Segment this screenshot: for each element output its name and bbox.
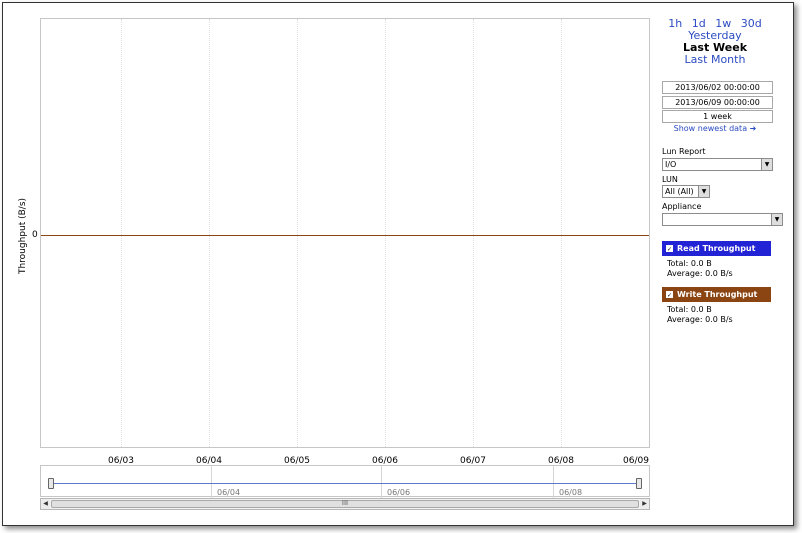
navigator-grid-line bbox=[553, 466, 554, 498]
grid-line bbox=[561, 19, 562, 447]
chevron-down-icon[interactable]: ▼ bbox=[771, 214, 782, 225]
navigator-series-line bbox=[49, 483, 641, 484]
lun-value: All (All) bbox=[665, 187, 694, 196]
chevron-down-icon[interactable]: ▼ bbox=[698, 186, 709, 197]
read-throughput-average: Average: 0.0 B/s bbox=[667, 269, 733, 278]
show-newest-data-link[interactable]: Show newest data ➜ bbox=[653, 124, 777, 133]
navigator-date-label: 06/04 bbox=[217, 488, 241, 497]
scroll-right-arrow[interactable]: ▶ bbox=[640, 499, 649, 509]
appliance-select[interactable]: ▼ bbox=[662, 213, 783, 226]
start-date-field[interactable]: 2013/06/02 00:00:00 bbox=[662, 81, 773, 94]
range-30d-link[interactable]: 30d bbox=[741, 17, 762, 30]
grid-line bbox=[121, 19, 122, 447]
report-window: Throughput (B/s) 0 06/03 06/04 06/05 06/… bbox=[2, 2, 794, 526]
report-controls-sidebar: 1h 1d 1w 30d Yesterday Last Week Last Mo… bbox=[653, 3, 793, 525]
grid-line bbox=[209, 19, 210, 447]
navigator-scrollbar[interactable]: ◀ III ▶ bbox=[40, 498, 650, 510]
navigator-grid-line bbox=[381, 466, 382, 498]
y-axis-label: Throughput (B/s) bbox=[18, 197, 28, 275]
navigator-left-handle[interactable] bbox=[48, 478, 54, 489]
read-throughput-total: Total: 0.0 B bbox=[667, 259, 712, 268]
time-navigator[interactable]: 06/04 06/06 06/08 ◀ III ▶ bbox=[40, 465, 650, 511]
grid-line bbox=[385, 19, 386, 447]
checkbox-icon[interactable]: ✓ bbox=[666, 245, 673, 253]
grid-line bbox=[473, 19, 474, 447]
write-throughput-average: Average: 0.0 B/s bbox=[667, 315, 733, 324]
duration-field[interactable]: 1 week bbox=[662, 110, 773, 123]
time-range-selector: 1h 1d 1w 30d Yesterday Last Week Last Mo… bbox=[653, 18, 777, 66]
navigator-grid-line bbox=[211, 466, 212, 498]
lun-select[interactable]: All (All) ▼ bbox=[662, 185, 710, 198]
appliance-label: Appliance bbox=[662, 202, 702, 211]
end-date-field[interactable]: 2013/06/09 00:00:00 bbox=[662, 96, 773, 109]
navigator-right-handle[interactable] bbox=[636, 478, 642, 489]
throughput-chart[interactable] bbox=[40, 18, 650, 448]
chevron-down-icon[interactable]: ▼ bbox=[761, 159, 772, 170]
range-last-month-link[interactable]: Last Month bbox=[653, 54, 777, 66]
legend-label: Read Throughput bbox=[677, 244, 756, 253]
lun-report-value: I/O bbox=[665, 160, 677, 169]
lun-report-label: Lun Report bbox=[662, 147, 706, 156]
navigator-overview[interactable]: 06/04 06/06 06/08 bbox=[40, 465, 650, 498]
scrollbar-grip: III bbox=[341, 499, 349, 507]
legend-write-throughput[interactable]: ✓ Write Throughput bbox=[662, 287, 771, 302]
lun-report-select[interactable]: I/O ▼ bbox=[662, 158, 773, 171]
navigator-date-label: 06/08 bbox=[559, 488, 583, 497]
write-throughput-total: Total: 0.0 B bbox=[667, 305, 712, 314]
legend-read-throughput[interactable]: ✓ Read Throughput bbox=[662, 241, 771, 256]
navigator-date-label: 06/06 bbox=[387, 488, 411, 497]
grid-line bbox=[297, 19, 298, 447]
scrollbar-thumb[interactable]: III bbox=[51, 499, 639, 508]
series-line-write-throughput bbox=[41, 235, 649, 236]
lun-label: LUN bbox=[662, 175, 678, 184]
range-1h-link[interactable]: 1h bbox=[668, 17, 682, 30]
checkbox-icon[interactable]: ✓ bbox=[666, 291, 673, 299]
y-tick-label: 0 bbox=[32, 230, 38, 240]
scroll-left-arrow[interactable]: ◀ bbox=[41, 499, 50, 509]
legend-label: Write Throughput bbox=[677, 290, 758, 299]
